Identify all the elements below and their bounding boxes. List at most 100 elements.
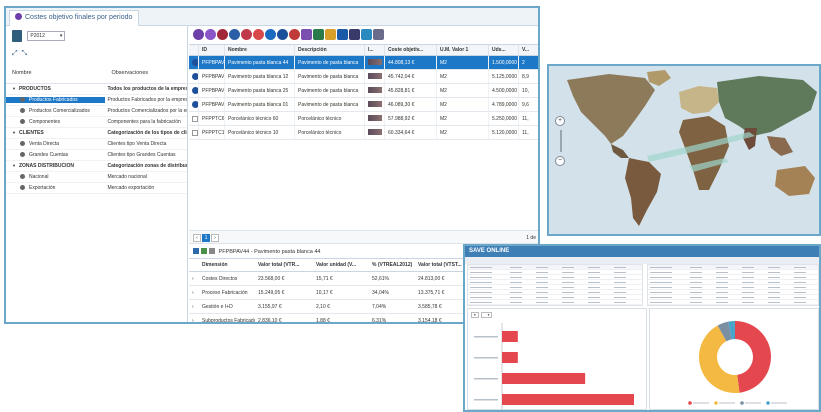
grid-col-header[interactable]: Coste objetiv... (385, 45, 437, 55)
expand-triangle-icon[interactable]: ▼ (12, 163, 16, 168)
mini-table-cell (766, 280, 792, 284)
tree-node-observation: Productos Fabricados por la empresa (107, 97, 187, 103)
grid-col-header[interactable]: I... (365, 45, 385, 55)
tree-row[interactable]: Grandes Cuentas Clientes tipo Grandes Cue… (6, 150, 187, 161)
donut-slice[interactable] (735, 321, 771, 393)
report-icon[interactable] (193, 29, 204, 40)
bar-mark[interactable] (502, 394, 634, 405)
zoom-in-button[interactable]: + (555, 116, 565, 126)
tree-node-name[interactable]: Productos Comercializados (6, 108, 105, 114)
export-icon[interactable] (361, 29, 372, 40)
book-icon[interactable] (12, 30, 22, 42)
bar-mark[interactable] (502, 352, 518, 363)
tree-node-name[interactable]: Nacional (6, 174, 105, 180)
info-icon[interactable] (265, 29, 276, 40)
grid-col-header[interactable]: ID (199, 45, 225, 55)
settings-icon[interactable] (373, 29, 384, 40)
chart-type-select[interactable]: ▾ (471, 312, 479, 318)
filter-icon[interactable] (205, 29, 216, 40)
tree-node-name[interactable]: Componentes (6, 119, 105, 125)
chart-icon[interactable] (253, 29, 264, 40)
expand-arrow-icon[interactable]: › (189, 304, 199, 310)
print-icon[interactable] (313, 29, 324, 40)
chart-options-select[interactable]: ▾ (480, 312, 493, 318)
tree-node-name[interactable]: Venta Directa (6, 141, 105, 147)
mini-table-cell (766, 270, 792, 274)
table-row[interactable]: PFPPTC60 Porcelánico técnico 60 Porcelánic… (189, 112, 538, 126)
tree-row[interactable]: Componentes Componentes para la fabricaci… (6, 117, 187, 128)
zoom-slider[interactable] (560, 130, 562, 152)
australia-region (775, 166, 815, 196)
expand-arrow-icon[interactable]: › (189, 290, 199, 296)
detail-col-header[interactable]: % (VTREAL2012) (369, 262, 415, 268)
detail-col-header[interactable]: Valor total (VTST... (415, 262, 467, 268)
tree-row[interactable]: Exportación Mercado exportación (6, 183, 187, 194)
tree-node-name[interactable]: ▼ CLIENTES (6, 130, 105, 136)
diamond-icon[interactable] (217, 29, 228, 40)
tree-row[interactable]: Productos Comercializados Productos Comer… (6, 106, 187, 117)
mini-table-cell (766, 290, 792, 294)
grid-col-header[interactable]: V... (519, 45, 538, 55)
grid-col-header[interactable]: Descripción (295, 45, 365, 55)
unit-measure: M2 (437, 70, 489, 83)
checkbox[interactable] (192, 116, 198, 122)
product-description: Pavimento de pasta blanca (295, 84, 365, 97)
detail-col-header[interactable]: Valor total (VTR... (255, 262, 313, 268)
binoculars-icon[interactable] (349, 29, 360, 40)
table-row[interactable]: PFPBPAV25Pavimento pasta blanca 25Pavime… (189, 84, 538, 98)
table-row[interactable]: PFPPTC10 Porcelánico técnico 10 Porcelánic… (189, 126, 538, 140)
collapse-all-icon[interactable]: ⤡ (22, 50, 28, 57)
tree-node-name[interactable]: Exportación (6, 185, 105, 191)
tree-col-name[interactable]: Nombre (6, 70, 105, 76)
mini-table-cell (688, 285, 714, 289)
expand-arrow-icon[interactable]: › (189, 318, 199, 323)
unit-measure: M2 (437, 112, 489, 125)
save-icon[interactable] (337, 29, 348, 40)
delete-icon[interactable] (289, 29, 300, 40)
tree-row[interactable]: ▼ PRODUCTOS Todos los productos de la empr… (6, 84, 187, 95)
grid-col-header[interactable]: U.M. Valor 1 (437, 45, 489, 55)
tree-row[interactable]: Productos Fabricados Productos Fabricados… (6, 95, 187, 106)
grid-col-header[interactable]: Nombre (225, 45, 295, 55)
tree-node-name[interactable]: ▼ ZONAS DISTRIBUCIÓN (6, 163, 105, 169)
close-icon[interactable] (241, 29, 252, 40)
tree-row[interactable]: Venta Directa Clientes tipo Venta Directa (6, 139, 187, 150)
tree-node-name[interactable]: Grandes Cuentas (6, 152, 105, 158)
link-icon[interactable] (301, 29, 312, 40)
refresh-icon[interactable] (229, 29, 240, 40)
next-page-button[interactable]: › (211, 234, 219, 242)
calc-icon[interactable] (325, 29, 336, 40)
tab-costes-objetivo[interactable]: Costes objetivo finales por periodo (9, 10, 140, 26)
tree-node-name[interactable]: Productos Fabricados (6, 97, 106, 103)
zoom-out-button[interactable]: − (555, 156, 565, 166)
product-thumbnail (365, 70, 385, 83)
tree-node-name[interactable]: ▼ PRODUCTOS (6, 86, 105, 92)
bar-mark[interactable] (502, 331, 518, 342)
table-row[interactable]: PFPBPAV12Pavimento pasta blanca 12Pavime… (189, 70, 538, 84)
tree-row[interactable]: Nacional Mercado nacional (6, 172, 187, 183)
prev-page-button[interactable]: ‹ (193, 234, 201, 242)
table-row[interactable]: PFPBPAV44Pavimento pasta blanca 44Pavime… (189, 56, 538, 70)
expand-triangle-icon[interactable]: ▼ (12, 86, 16, 91)
help-icon[interactable] (277, 29, 288, 40)
bar-mark[interactable] (502, 373, 586, 384)
checkbox[interactable] (192, 130, 198, 136)
table-row[interactable]: PFPBPAV01Pavimento pasta blanca 01Pavime… (189, 98, 538, 112)
grid-col-header[interactable]: Uds... (489, 45, 519, 55)
detail-col-header[interactable]: Dimensión (199, 262, 255, 268)
tree-row[interactable]: ▼ CLIENTES Categorización de los tipos de … (6, 128, 187, 139)
map-canvas[interactable]: + − (549, 66, 819, 234)
export-icon[interactable] (209, 248, 215, 254)
tree-row[interactable]: ▼ ZONAS DISTRIBUCIÓN Categorización zonas … (6, 161, 187, 172)
grid-col-header[interactable] (189, 45, 199, 55)
expand-all-icon[interactable]: ⤢ (12, 50, 18, 57)
expand-arrow-icon[interactable]: › (189, 276, 199, 282)
page-number[interactable]: 1 (202, 234, 210, 242)
chart-view-icon[interactable] (201, 248, 207, 254)
detail-col-header[interactable]: Valor unidad (V... (313, 262, 369, 268)
period-select[interactable]: P2012 ▾ (27, 31, 66, 41)
grid-view-icon[interactable] (193, 248, 199, 254)
world-map[interactable] (549, 66, 821, 236)
tree-col-obs[interactable]: Observaciones (105, 70, 187, 76)
expand-triangle-icon[interactable]: ▼ (12, 130, 16, 135)
